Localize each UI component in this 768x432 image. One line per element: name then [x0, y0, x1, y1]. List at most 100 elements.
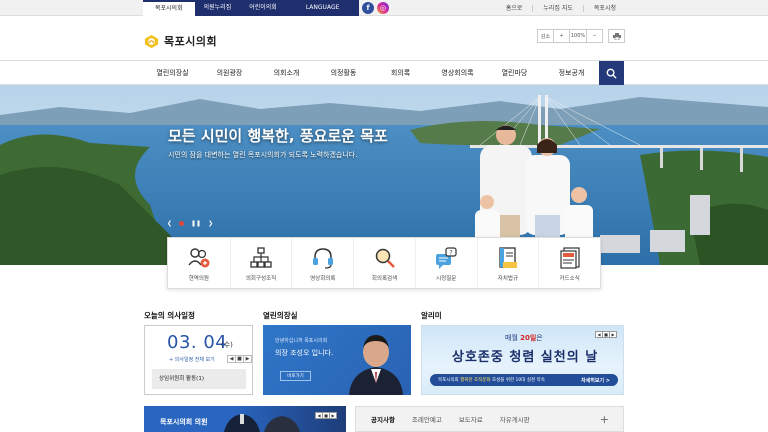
law-book-icon [499, 247, 517, 268]
zoom-reset-button[interactable]: 감소 [537, 29, 554, 43]
quick-item-laws[interactable]: 자치법규 [476, 238, 539, 288]
instagram-icon[interactable]: ◎ [377, 2, 389, 14]
nav-item-open-chair[interactable]: 열린의장실 [144, 61, 201, 85]
tab-ordinance-notice[interactable]: 조례안예고 [412, 414, 442, 424]
card-news-icon [560, 247, 580, 269]
top-utility-bar: 목포시의회 의원누리집 어린이의회 LANGUAGE f ◎ 홈으로 누리집 지… [0, 0, 768, 16]
org-chart-icon [250, 247, 272, 268]
pause-slide-button[interactable]: ❚❚ [191, 220, 201, 227]
tab-free-board[interactable]: 자유게시판 [500, 414, 530, 424]
quick-item-organization[interactable]: 의회구성조직 [229, 238, 292, 288]
chair-name: 의장 조성오 입니다. [275, 349, 334, 357]
notice-band: 목포시의회 행복한 조직문화 조성을 위한 10대 실천 약속 자세히보기 > [430, 374, 618, 386]
nav-item-video-minutes[interactable]: 영상회의록 [429, 61, 486, 85]
notice-banner[interactable]: 매월 20일은 상호존중 청렴 실천의 날 목포시의회 행복한 조직문화 조성을… [421, 325, 624, 395]
slide-indicator-icon [179, 221, 185, 226]
schedule-pager: ◀ ■ ▶ [227, 355, 252, 363]
site-tab-language[interactable]: LANGUAGE [285, 0, 360, 16]
quick-item-card-news[interactable]: 카드소식 [538, 238, 600, 288]
quick-item-video-minutes[interactable]: 영상회의록 [291, 238, 353, 288]
notice-more-link[interactable]: 자세히보기 > [581, 377, 610, 384]
notice-band-text: 목포시의회 행복한 조직문화 조성을 위한 10대 실천 약속 [438, 378, 545, 383]
quick-item-minutes-search[interactable]: 회의록검색 [353, 238, 415, 288]
utility-links: 홈으로 누리집 지도 목포시청 [496, 0, 626, 16]
quick-item-label: 회의록검색 [371, 276, 398, 282]
tab-press-releases[interactable]: 보도자료 [459, 414, 483, 424]
notice-title: 알리미 [421, 311, 442, 320]
print-icon [612, 32, 621, 40]
headset-icon [312, 248, 333, 269]
prev-slide-button[interactable]: ❮ [167, 220, 172, 227]
schedule-more-link[interactable]: + 의사일정 전체 보기 [169, 356, 215, 363]
quick-item-label: 시정질문 [436, 276, 457, 282]
members-next-button[interactable]: ▶ [329, 412, 337, 419]
site-header: 목포시의회 감소 + 100% − [0, 16, 768, 61]
quick-item-label: 의회구성조직 [245, 276, 277, 282]
hero-subline: 시민의 잠을 대변하는 열린 목포시의회가 되도록 노력하겠습니다. [168, 151, 358, 159]
open-chair-title: 열린의장실 [263, 311, 298, 320]
site-tab-members[interactable]: 의원누리집 [194, 0, 241, 16]
quick-item-questions[interactable]: ? 시정질문 [414, 238, 477, 288]
search-minutes-icon [375, 248, 395, 268]
quick-item-members[interactable]: 현역의원 [168, 238, 230, 288]
chair-greeting: 안녕하십니까 목포시의회 [275, 338, 328, 344]
nav-item-minutes[interactable]: 회의록 [372, 61, 429, 85]
notice-next-button[interactable]: ▶ [609, 331, 617, 338]
facebook-icon[interactable]: f [362, 2, 374, 14]
site-logo[interactable]: 목포시의회 [144, 33, 217, 49]
nav-item-member-plaza[interactable]: 의원광장 [201, 61, 258, 85]
members-icon [188, 248, 210, 268]
hero-headline: 모든 시민이 행복한, 풍요로운 목포 [168, 127, 388, 145]
question-chat-icon: ? [436, 247, 457, 269]
nav-item-council-intro[interactable]: 의회소개 [258, 61, 315, 85]
notice-monthly: 매월 20일은 [505, 334, 543, 342]
open-chair-panel: 안녕하십니까 목포시의회 의장 조성오 입니다. 바로가기 [263, 325, 411, 395]
members-banner[interactable]: 목포시의회 의원 ◀ ■ ▶ [144, 406, 346, 432]
chair-portrait-image [349, 335, 403, 395]
quick-item-label: 카드소식 [559, 276, 580, 282]
schedule-next-button[interactable]: ▶ [243, 355, 252, 363]
notice-pager: ◀ ■ ▶ [595, 331, 617, 338]
site-tab-kids[interactable]: 어린이의회 [240, 0, 286, 16]
home-link[interactable]: 홈으로 [496, 5, 533, 12]
search-button[interactable] [599, 61, 624, 85]
schedule-weekday: (수) [221, 341, 233, 349]
zoom-controls: 감소 + 100% − [537, 29, 625, 43]
members-portraits-image [224, 414, 300, 432]
nav-item-info-disclosure[interactable]: 정보공개 [543, 61, 600, 85]
city-hall-link[interactable]: 목포시청 [582, 4, 626, 12]
quick-item-label: 자치법규 [497, 276, 519, 282]
schedule-title: 오늘의 의사일정 [144, 311, 195, 320]
next-slide-button[interactable]: ❯ [208, 220, 213, 227]
search-icon [606, 68, 617, 79]
members-pager: ◀ ■ ▶ [315, 412, 337, 419]
quick-item-label: 현역의원 [188, 276, 209, 282]
notice-slogan: 상호존중 청렴 실천의 날 [452, 350, 599, 365]
tab-announcements[interactable]: 공지사항 [371, 414, 395, 424]
site-tabs: 목포시의회 의원누리집 어린이의회 LANGUAGE [143, 0, 360, 16]
chair-visit-button[interactable]: 바로가기 [280, 371, 311, 381]
notice-monthly-day: 20일 [520, 334, 537, 342]
svg-text:?: ? [450, 250, 453, 257]
schedule-item[interactable]: 상임위원회 활동(1) [152, 369, 246, 389]
nav-item-open-forum[interactable]: 열린마당 [486, 61, 543, 85]
nav-item-activities[interactable]: 의정활동 [315, 61, 372, 85]
main-nav: 열린의장실 의원광장 의회소개 의정활동 회의록 영상회의록 열린마당 정보공개 [0, 61, 768, 85]
zoom-out-button[interactable]: − [586, 29, 603, 43]
site-name: 목포시의회 [164, 35, 218, 48]
site-tab-council[interactable]: 목포시의회 [143, 0, 195, 16]
quick-item-label: 영상회의록 [310, 276, 336, 282]
print-button[interactable] [608, 29, 625, 43]
quick-menu: 현역의원 의회구성조직 영상회의록 회의록검색 ? 시정질문 자치법규 카드소식 [167, 237, 601, 289]
board-tabs: 공지사항 조례안예고 보도자료 자유게시판 + [355, 406, 624, 432]
board-more-button[interactable]: + [600, 413, 609, 426]
main-menu: 열린의장실 의원광장 의회소개 의정활동 회의록 영상회의록 열린마당 정보공개 [144, 61, 600, 85]
zoom-in-button[interactable]: + [553, 29, 570, 43]
schedule-box: 03. 04 (수) + 의사일정 전체 보기 ◀ ■ ▶ 상임위원회 활동(1… [144, 325, 253, 395]
schedule-date: 03. 04 [167, 332, 228, 353]
council-emblem-icon [144, 34, 159, 48]
sitemap-link[interactable]: 누리집 지도 [532, 4, 583, 12]
zoom-level: 100% [569, 29, 587, 43]
slide-controls: ❮ ❚❚ ❯ [167, 220, 220, 227]
members-banner-title: 목포시의회 의원 [160, 418, 208, 426]
